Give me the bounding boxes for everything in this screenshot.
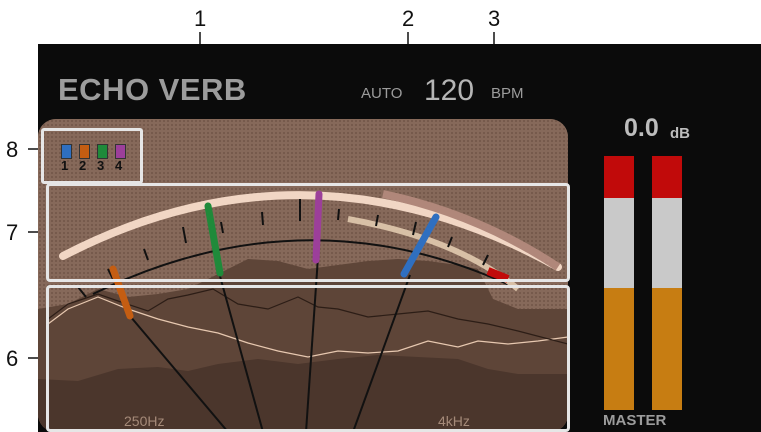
- master-meter-left: [604, 156, 634, 410]
- bpm-mode-label: AUTO: [361, 85, 403, 102]
- channel-3-key: [97, 144, 108, 159]
- channel-select-indicator: 1 2 3 4: [41, 128, 143, 184]
- channel-1-label: 1: [61, 158, 69, 173]
- channel-2-key: [79, 144, 90, 159]
- bpm-unit: BPM: [491, 85, 524, 102]
- level-unit: dB: [670, 125, 690, 142]
- channel-2-label: 2: [79, 158, 87, 173]
- effect-name: ECHO VERB: [58, 72, 247, 107]
- spectrum-area-frame: [46, 285, 570, 432]
- channel-4-key: [115, 144, 126, 159]
- master-meter-right: [652, 156, 682, 410]
- channel-1-key: [61, 144, 72, 159]
- channel-3-label: 3: [97, 158, 105, 173]
- effect-display-screen: ECHO VERB AUTO 120 BPM 0.0 dB 250Hz 4kHz…: [38, 44, 761, 432]
- bpm-value: 120: [424, 74, 475, 107]
- level-value: 0.0: [624, 114, 659, 142]
- channel-4-label: 4: [115, 158, 123, 173]
- dial-area-frame: [46, 183, 570, 282]
- master-label: MASTER: [603, 412, 667, 429]
